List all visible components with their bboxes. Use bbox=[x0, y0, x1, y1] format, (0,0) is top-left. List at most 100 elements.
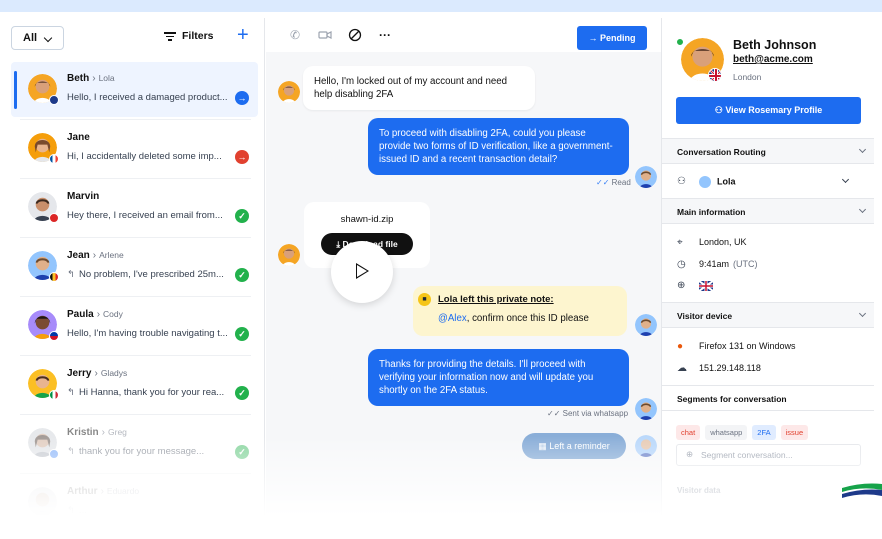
sent-via-label: ✓✓ Sent via whatsapp bbox=[547, 409, 629, 418]
conversation-name: Jerry › Gladys bbox=[67, 368, 128, 379]
flag-icon bbox=[49, 449, 59, 459]
video-icon[interactable] bbox=[318, 28, 332, 42]
note-icon: ■ bbox=[418, 293, 431, 306]
conversation-name: Marvin bbox=[67, 191, 100, 202]
conversation-name: Paula › Cody bbox=[67, 309, 123, 320]
conversation-item-jean[interactable]: Jean › Arlene ↰ No problem, I've prescribed… bbox=[11, 239, 258, 297]
location-row: ⌖ London, UK bbox=[677, 237, 747, 248]
section-segments: Segments for conversation bbox=[662, 385, 874, 411]
conversation-name: Arthur › Eduardo bbox=[67, 486, 140, 497]
routing-agent-select[interactable]: ⚇ Lola bbox=[677, 175, 850, 188]
add-conversation-button[interactable]: + bbox=[237, 23, 249, 47]
chevron-down-icon bbox=[841, 175, 850, 184]
section-visitor-device[interactable]: Visitor device bbox=[662, 302, 874, 328]
visitor-data-title: Visitor data bbox=[677, 486, 721, 495]
browser-row: ● Firefox 131 on Windows bbox=[677, 341, 796, 352]
segment-conversation-input[interactable]: ⊕ Segment conversation... bbox=[676, 444, 861, 466]
flag-uk-icon bbox=[698, 279, 714, 292]
conversation-item-arthur[interactable]: Arthur › Eduardo ↰... bbox=[11, 475, 258, 516]
block-icon[interactable] bbox=[348, 28, 362, 42]
status-arrow-icon: → bbox=[235, 91, 249, 105]
agent-avatar bbox=[635, 166, 657, 188]
conversation-preview: Hi, I accidentally deleted some imp... bbox=[67, 151, 222, 162]
pending-button[interactable]: → Pending bbox=[577, 26, 647, 50]
flag-fr-icon bbox=[49, 154, 59, 164]
filter-all-label: All bbox=[23, 32, 38, 44]
conversation-preview: ↰ No problem, I've prescribed 25m... bbox=[67, 269, 224, 280]
conversation-preview: ↰ thank you for your message... bbox=[67, 446, 205, 457]
agent-message: Thanks for providing the details. I'll p… bbox=[368, 349, 629, 406]
reply-icon: ↰ bbox=[67, 387, 75, 398]
tag-chat[interactable]: chat bbox=[676, 425, 701, 440]
conversation-list-panel: All Filters + Beth › Lola Hello, I receive… bbox=[4, 18, 265, 516]
agent-avatar bbox=[699, 176, 711, 188]
divider bbox=[20, 473, 251, 474]
reminder-button[interactable]: ▦ Left a reminder bbox=[522, 433, 626, 459]
customer-message: Hello, I'm locked out of my account and … bbox=[303, 66, 535, 110]
conversation-item-jane[interactable]: Jane Hi, I accidentally deleted some imp… bbox=[11, 121, 258, 179]
filters-button[interactable]: Filters bbox=[164, 30, 214, 43]
tag-issue[interactable]: issue bbox=[780, 425, 809, 440]
user-icon: ⚇ bbox=[714, 105, 726, 115]
app-window: All Filters + Beth › Lola Hello, I receive… bbox=[4, 18, 874, 516]
avatar bbox=[28, 487, 57, 516]
online-status-dot bbox=[676, 38, 684, 46]
view-profile-button[interactable]: ⚇ View Rosemary Profile bbox=[676, 97, 861, 124]
mention-link[interactable]: @Alex bbox=[438, 313, 467, 324]
filters-label: Filters bbox=[182, 30, 214, 43]
divider bbox=[20, 237, 251, 238]
customer-avatar bbox=[278, 81, 300, 103]
customer-avatar bbox=[278, 244, 300, 266]
conversation-item-paula[interactable]: Paula › Cody Hello, I'm having trouble nav… bbox=[11, 298, 258, 356]
language-row: ⊕ bbox=[677, 279, 714, 292]
user-icon: ⚇ bbox=[677, 176, 686, 188]
flag-be-icon bbox=[49, 272, 59, 282]
section-conversation-routing[interactable]: Conversation Routing bbox=[662, 138, 874, 164]
more-icon[interactable]: ··· bbox=[378, 28, 392, 42]
tag-2fa[interactable]: 2FA bbox=[752, 425, 776, 440]
arrow-right-icon: → bbox=[588, 33, 600, 43]
agent-avatar bbox=[635, 314, 657, 336]
double-check-icon: ✓✓ bbox=[547, 409, 563, 418]
conversation-item-jerry[interactable]: Jerry › Gladys ↰ Hi Hanna, thank you for yo… bbox=[11, 357, 258, 415]
time-row: ◷ 9:41am (UTC) bbox=[677, 259, 758, 270]
top-band bbox=[0, 0, 882, 12]
conversation-item-kristin[interactable]: Kristin › Greg ↰ thank you for your message… bbox=[11, 416, 258, 474]
double-check-icon: ✓✓ bbox=[596, 178, 612, 187]
conversation-name: Beth › Lola bbox=[67, 73, 115, 84]
flag-uk-icon bbox=[708, 68, 722, 82]
flag-ph-icon bbox=[49, 331, 59, 341]
status-check-icon: ✓ bbox=[235, 268, 249, 282]
reply-icon: ↰ bbox=[67, 505, 75, 516]
list-toolbar: All Filters + bbox=[4, 18, 265, 58]
conversation-preview: ↰... bbox=[67, 505, 87, 516]
note-title: Lola left this private note: bbox=[438, 294, 554, 305]
conversation-name: Jean › Arlene bbox=[67, 250, 124, 261]
customer-name: Beth Johnson bbox=[733, 38, 817, 52]
firefox-icon: ● bbox=[677, 341, 684, 352]
divider bbox=[20, 355, 251, 356]
chat-panel: ✆ ··· → Pending Hello, I'm locked out of… bbox=[266, 18, 661, 516]
file-name: shawn-id.zip bbox=[340, 214, 394, 225]
conversation-item-marvin[interactable]: Marvin Hey there, I received an email fr… bbox=[11, 180, 258, 238]
filter-all-dropdown[interactable]: All bbox=[11, 26, 64, 50]
calendar-icon: ▦ bbox=[538, 441, 550, 451]
phone-icon[interactable]: ✆ bbox=[288, 28, 302, 42]
plus-circle-icon: ⊕ bbox=[686, 449, 694, 459]
conversation-item-beth[interactable]: Beth › Lola Hello, I received a damaged pr… bbox=[11, 62, 258, 120]
location-pin-icon: ⌖ bbox=[677, 237, 683, 248]
section-main-information[interactable]: Main information bbox=[662, 198, 874, 224]
customer-email[interactable]: beth@acme.com bbox=[733, 54, 813, 65]
divider bbox=[20, 178, 251, 179]
flag-it-icon bbox=[49, 390, 59, 400]
divider bbox=[20, 414, 251, 415]
divider bbox=[20, 119, 251, 120]
conversation-name: Kristin › Greg bbox=[67, 427, 127, 438]
chevron-down-icon bbox=[43, 33, 53, 43]
tag-whatsapp[interactable]: whatsapp bbox=[705, 425, 748, 440]
flag-icon bbox=[49, 213, 59, 223]
customer-profile-panel: Beth Johnson beth@acme.com London ⚇ View… bbox=[661, 18, 874, 516]
divider bbox=[20, 296, 251, 297]
play-icon[interactable] bbox=[331, 241, 393, 303]
globe-icon: ⊕ bbox=[677, 280, 686, 291]
